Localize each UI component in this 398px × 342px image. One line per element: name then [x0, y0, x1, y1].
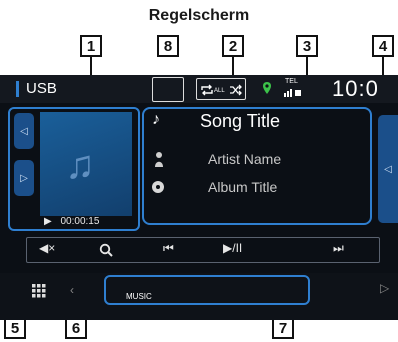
album-title: Album Title — [208, 179, 278, 195]
leader-line-2 — [232, 57, 234, 75]
control-screen: USB ALL TEL 10:0 ♫ ▶ 00:00:15 ◁ ▷ ◁ ♪ So… — [0, 75, 398, 320]
callout-3: 3 — [296, 35, 318, 57]
shuffle-icon[interactable] — [229, 84, 243, 96]
elapsed-time-value: 00:00:15 — [60, 216, 100, 227]
repeat-icon[interactable] — [200, 84, 214, 96]
search-icon[interactable] — [99, 243, 113, 257]
callout-5: 5 — [4, 317, 26, 339]
bottom-bar: ‹ MUSIC ▷ — [0, 273, 398, 320]
chevron-left-icon[interactable]: ‹ — [70, 283, 74, 297]
elapsed-time: ▶ 00:00:15 — [44, 216, 99, 227]
music-note-icon: ♪ — [152, 111, 160, 128]
chevron-left-icon: ◁ — [20, 125, 28, 137]
previous-track-icon[interactable]: ⏮ — [163, 241, 174, 256]
callout-1: 1 — [80, 35, 102, 57]
track-info-panel: ♪ Song Title Artist Name Album Title — [142, 107, 372, 225]
signal-strength-icon — [284, 89, 301, 97]
list-panel-tab[interactable]: ▷ — [14, 160, 34, 196]
page-title: Regelscherm — [148, 7, 250, 24]
top-bar: USB ALL TEL 10:0 — [0, 75, 398, 103]
play-status-icon: ▶ — [44, 216, 52, 227]
chevron-right-icon[interactable]: ▷ — [380, 281, 389, 295]
artist-name: Artist Name — [208, 151, 282, 167]
tel-label: TEL — [285, 78, 298, 85]
function-panel-tab[interactable]: ◁ — [378, 115, 398, 223]
callout-6: 6 — [65, 317, 87, 339]
play-pause-icon[interactable]: ▶/II — [223, 241, 242, 255]
source-label[interactable]: USB — [26, 80, 57, 97]
mode-buttons: ALL — [196, 78, 246, 100]
location-pin-icon — [263, 82, 271, 94]
clock: 10:0 — [332, 76, 379, 101]
music-note-icon: ♫ — [65, 143, 95, 187]
media-type-panel[interactable]: MUSIC — [104, 275, 310, 305]
chevron-left-icon: ◁ — [384, 163, 392, 175]
source-indicator — [16, 81, 19, 97]
song-title: Song Title — [200, 111, 281, 131]
callout-4: 4 — [372, 35, 394, 57]
callout-2: 2 — [222, 35, 244, 57]
control-bar: ◀× ⏮ ▶/II ⏭ — [26, 237, 380, 263]
next-track-icon[interactable]: ⏭ — [333, 241, 344, 256]
media-type-label: MUSIC — [126, 292, 152, 301]
artist-icon — [155, 152, 163, 167]
mute-icon[interactable]: ◀× — [39, 241, 55, 255]
chevron-right-icon: ▷ — [20, 172, 28, 184]
repeat-mode-label: ALL — [214, 88, 225, 94]
info-display-button[interactable] — [152, 77, 184, 102]
callout-7: 7 — [272, 317, 294, 339]
album-disc-icon — [152, 181, 164, 193]
prev-panel-tab[interactable]: ◁ — [14, 113, 34, 149]
menu-grid-icon[interactable] — [32, 284, 46, 298]
callout-8: 8 — [157, 35, 179, 57]
